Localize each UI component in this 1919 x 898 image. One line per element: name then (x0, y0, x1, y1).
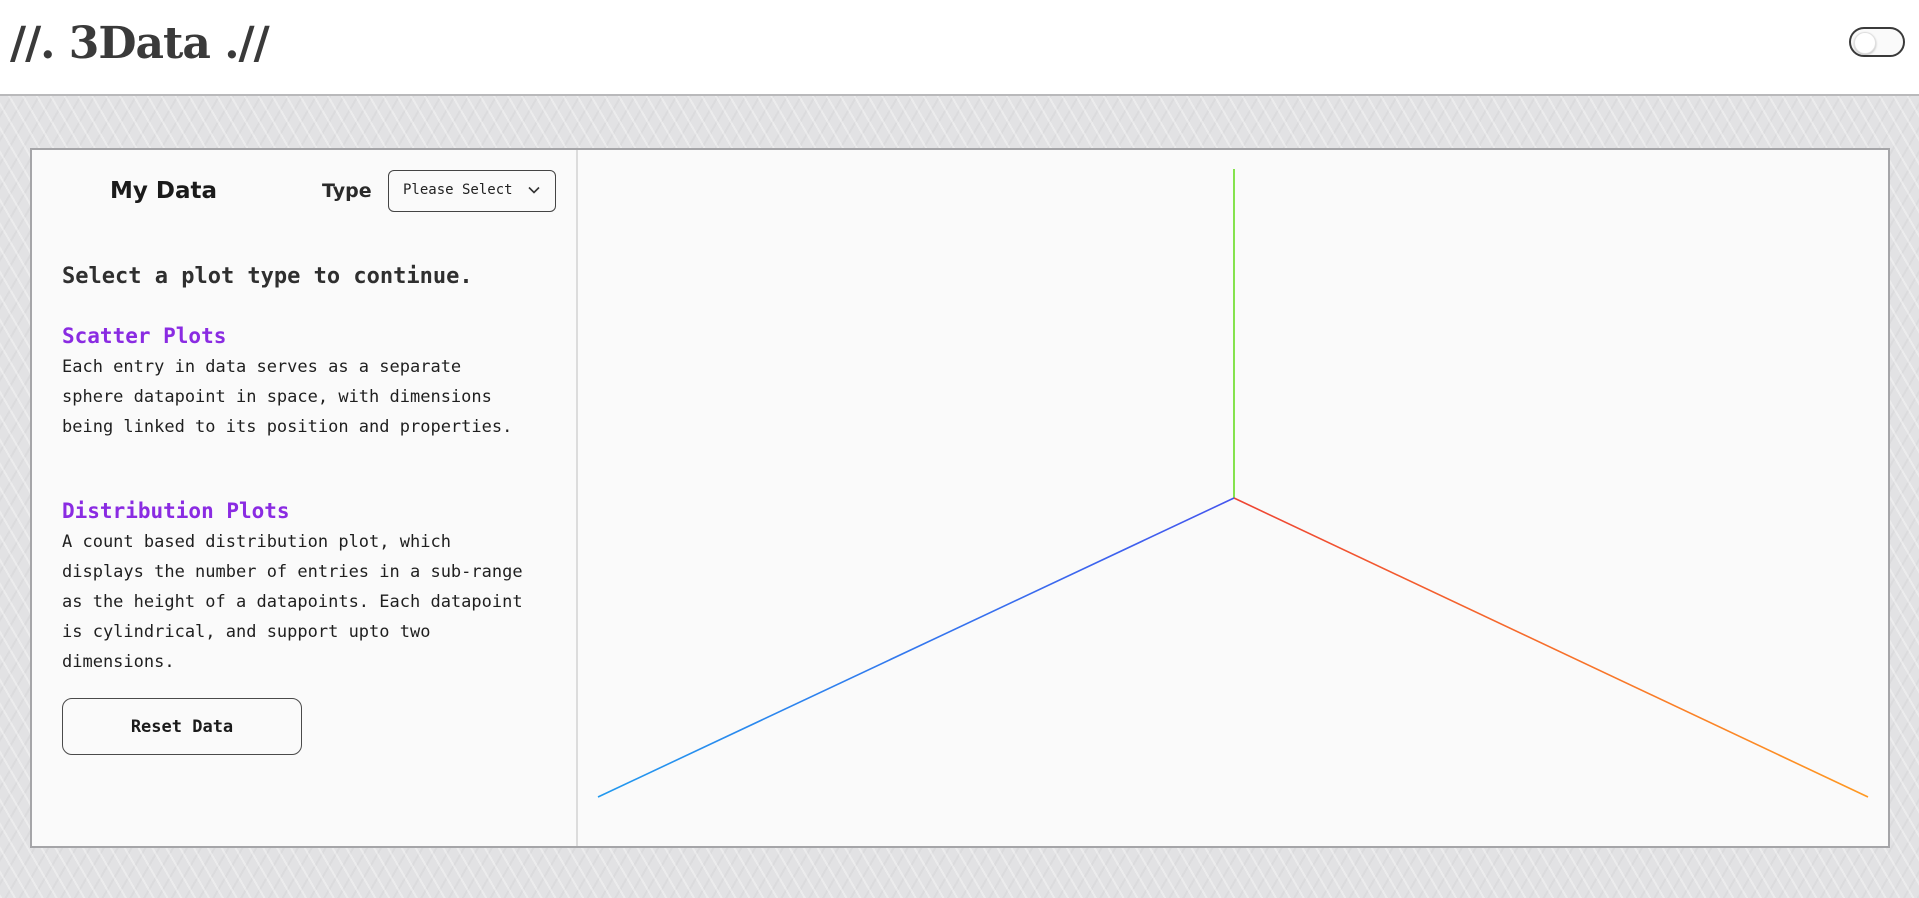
3d-axes-canvas (597, 169, 1869, 798)
z-axis-line (597, 497, 1235, 798)
main-card: My Data Type Please Select Select a plot… (30, 148, 1890, 848)
type-label: Type (322, 180, 372, 202)
toggle-knob (1854, 32, 1876, 54)
theme-toggle[interactable] (1849, 27, 1905, 57)
distribution-plots-heading: Distribution Plots (62, 499, 290, 523)
reset-data-button[interactable]: Reset Data (62, 698, 302, 755)
plot-type-select[interactable]: Please Select (388, 170, 556, 212)
x-axis-line (1233, 497, 1869, 798)
sidebar-title: My Data (110, 178, 218, 204)
plot-type-select-value: Please Select (403, 182, 513, 198)
chevron-down-icon (528, 186, 540, 194)
app-logo[interactable]: //. 3Data .// (10, 18, 270, 69)
instruction-text: Select a plot type to continue. (62, 264, 473, 289)
app-header: //. 3Data .// (0, 0, 1919, 96)
scatter-plots-description: Each entry in data serves as a separate … (62, 357, 513, 437)
data-sidebar: My Data Type Please Select Select a plot… (32, 150, 578, 846)
scatter-plots-heading: Scatter Plots (62, 324, 227, 348)
3d-plot-viewport[interactable] (578, 150, 1888, 846)
distribution-plots-description: A count based distribution plot, which d… (62, 532, 523, 672)
